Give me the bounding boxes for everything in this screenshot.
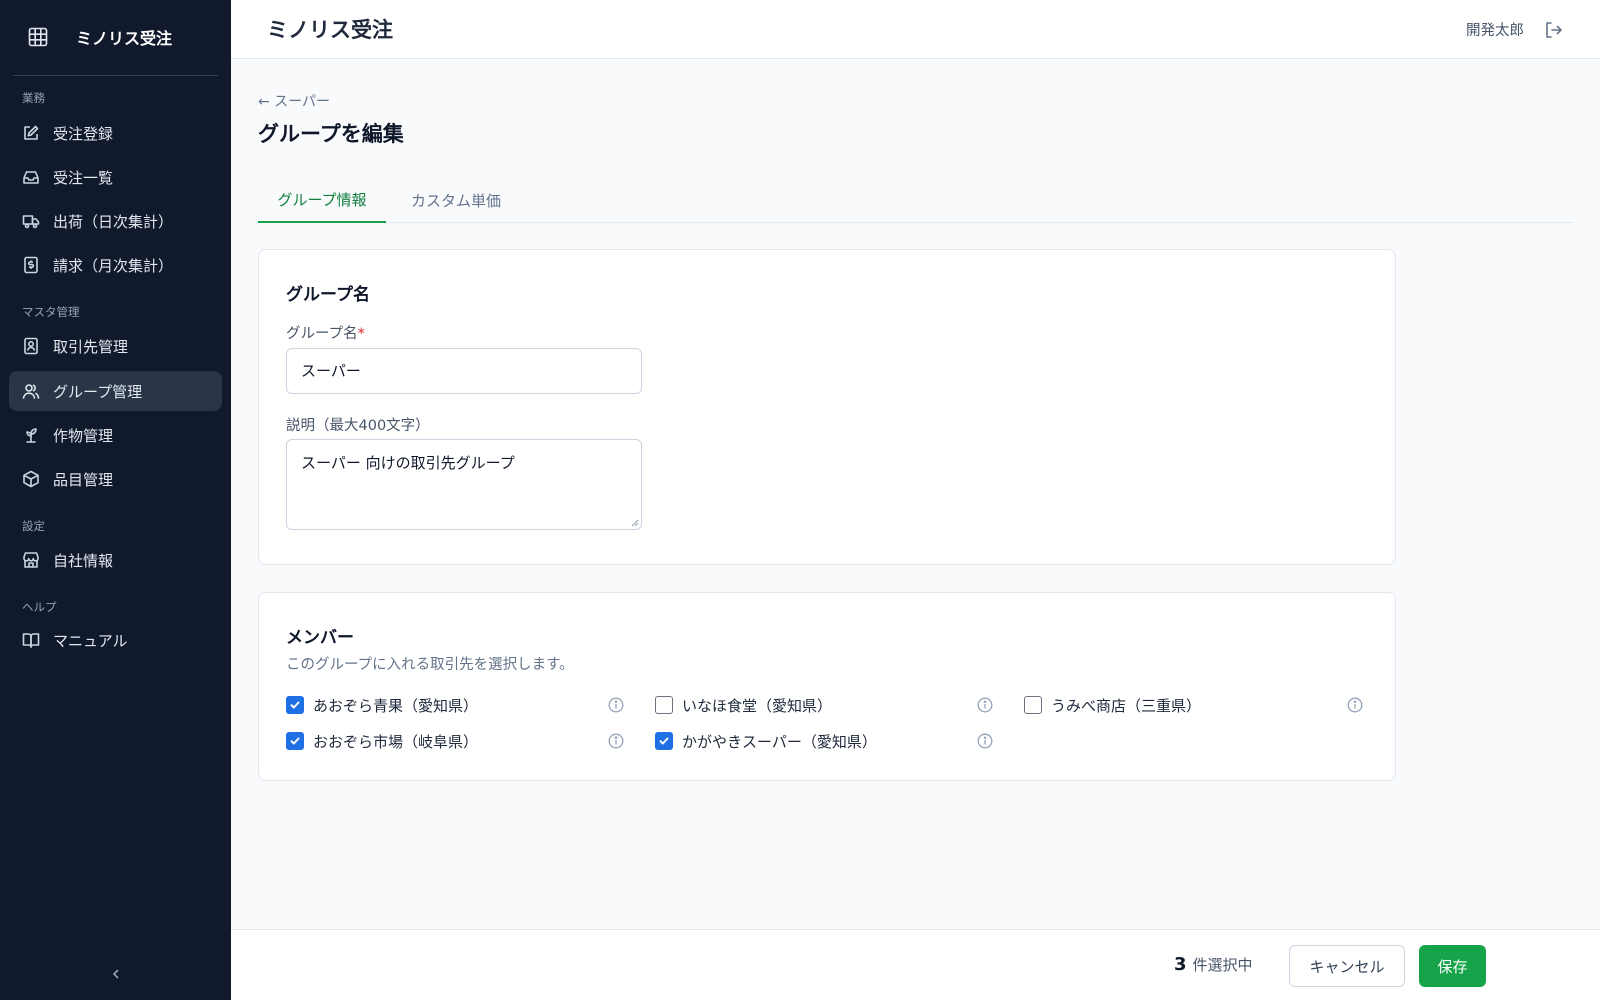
section-label-master: マスタ管理 [22,305,80,319]
group-name-label: グループ名* [286,322,365,343]
store-icon [22,551,40,569]
member-checkbox[interactable] [286,732,304,750]
description-label: 説明（最大400文字） [286,418,430,434]
tab-group-info[interactable]: グループ情報 [258,178,386,223]
group-name-input[interactable]: スーパー [286,348,642,394]
truck-icon [22,212,40,230]
sidebar-item-crops[interactable]: 作物管理 [9,415,222,455]
section-label-settings: 設定 [22,519,45,533]
member-option[interactable]: いなほ食堂（愛知県） [655,693,832,717]
sidebar-item-label: 受注一覧 [53,168,114,187]
users-icon [22,382,40,400]
sidebar-item-label: 作物管理 [53,426,114,445]
brand: ミノリス受注 [20,20,172,54]
divider [13,75,218,76]
member-checkbox[interactable] [286,696,304,714]
info-icon[interactable] [1346,696,1364,714]
member-checkbox[interactable] [655,696,673,714]
tab-custom-price[interactable]: カスタム単価 [386,178,526,223]
member-label: かがやきスーパー（愛知県） [682,732,877,751]
sidebar-item-manual[interactable]: マニュアル [9,620,222,660]
check-icon [290,737,300,745]
check-icon [290,701,300,709]
members-card: メンバー このグループに入れる取引先を選択します。 あおぞら青果（愛知県） いな… [258,592,1396,781]
selected-count-number: 3 [1174,954,1187,975]
member-label: あおぞら青果（愛知県） [313,696,479,715]
header-title: ミノリス受注 [267,18,393,42]
user-name: 開発太郎 [1466,23,1524,39]
member-option[interactable]: うみべ商店（三重県） [1024,693,1201,717]
sidebar: ミノリス受注 業務 受注登録 受注一覧 出荷（日次集計） 請求（月次集計） マス… [0,0,231,1000]
brand-title: ミノリス受注 [76,29,173,48]
collapse-sidebar-button[interactable] [104,962,128,986]
page-title: グループを編集 [258,122,404,146]
sidebar-item-items[interactable]: 品目管理 [9,459,222,499]
member-checkbox[interactable] [1024,696,1042,714]
chevron-left-icon [113,969,119,979]
action-footer: 3 件選択中 キャンセル 保存 [231,929,1600,1000]
card-title: メンバー [286,628,354,648]
back-link[interactable]: ← スーパー [258,91,330,111]
top-header: ミノリス受注 開発太郎 [231,0,1600,59]
check-icon [659,737,669,745]
sidebar-item-label: 品目管理 [53,470,114,489]
resize-handle-icon [631,519,639,527]
edit-icon [22,124,40,142]
sidebar-item-label: グループ管理 [53,382,143,401]
description-textarea[interactable]: スーパー 向けの取引先グループ [286,439,642,530]
sidebar-item-order-entry[interactable]: 受注登録 [9,113,222,153]
save-button[interactable]: 保存 [1419,945,1486,987]
member-option[interactable]: かがやきスーパー（愛知県） [655,729,877,753]
inbox-icon [22,168,40,186]
contact-icon [22,337,40,355]
sidebar-item-label: 出荷（日次集計） [53,212,174,231]
sidebar-item-label: 自社情報 [53,551,114,570]
tab-bar: グループ情報 カスタム単価 [258,178,1574,223]
info-icon[interactable] [976,732,994,750]
sidebar-item-label: マニュアル [53,631,128,650]
sidebar-item-label: 取引先管理 [53,337,129,356]
info-icon[interactable] [607,732,625,750]
selected-count: 3 件選択中 [1174,954,1253,975]
member-label: おおぞら市場（岐阜県） [313,732,479,751]
group-name-card: グループ名 グループ名* スーパー 説明（最大400文字） スーパー 向けの取引… [258,249,1396,565]
required-mark: * [357,326,365,342]
card-title: グループ名 [286,285,370,305]
member-checkbox[interactable] [655,732,673,750]
card-description: このグループに入れる取引先を選択します。 [286,657,574,673]
sidebar-item-order-list[interactable]: 受注一覧 [9,157,222,197]
member-label: いなほ食堂（愛知県） [682,696,833,715]
sidebar-item-label: 受注登録 [53,124,114,143]
sidebar-item-label: 請求（月次集計） [53,256,174,275]
book-icon [22,631,40,649]
member-label: うみべ商店（三重県） [1051,696,1202,715]
selected-count-suffix: 件選択中 [1192,956,1253,974]
info-icon[interactable] [976,696,994,714]
grid-icon [20,20,56,54]
sidebar-item-customers[interactable]: 取引先管理 [9,326,222,366]
description-value: スーパー 向けの取引先グループ [301,454,515,472]
cancel-button[interactable]: キャンセル [1289,945,1405,987]
sprout-icon [22,426,40,444]
logout-icon[interactable] [1542,19,1564,41]
sidebar-item-shipping[interactable]: 出荷（日次集計） [9,201,222,241]
invoice-icon [22,256,40,274]
sidebar-item-company[interactable]: 自社情報 [9,540,222,580]
sidebar-item-groups[interactable]: グループ管理 [9,371,222,411]
field-label-text: グループ名 [286,326,358,342]
section-label-business: 業務 [22,91,45,105]
section-label-help: ヘルプ [22,600,57,614]
box-icon [22,470,40,488]
info-icon[interactable] [607,696,625,714]
member-option[interactable]: おおぞら市場（岐阜県） [286,729,478,753]
member-option[interactable]: あおぞら青果（愛知県） [286,693,478,717]
sidebar-item-billing[interactable]: 請求（月次集計） [9,245,222,285]
